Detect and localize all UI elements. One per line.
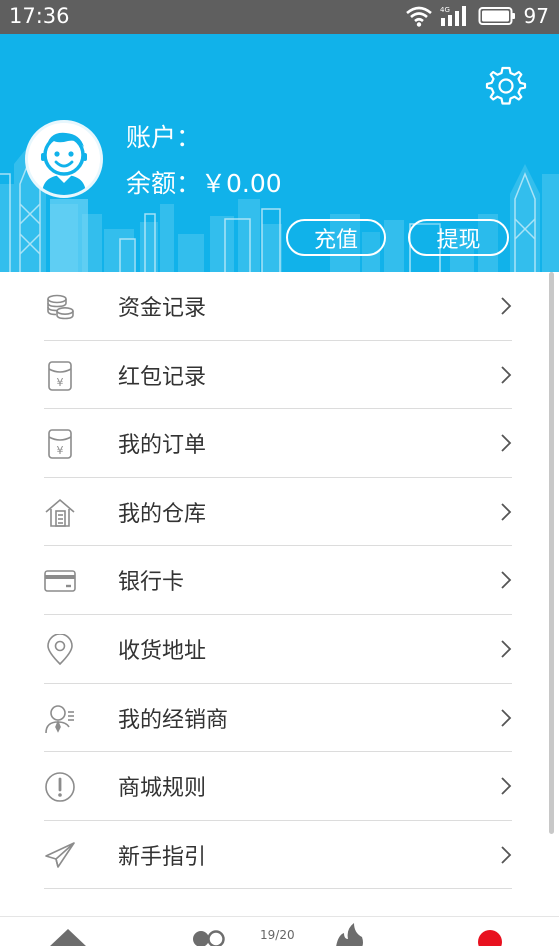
account-menu: 资金记录 ¥ 红包记录 ¥ 我的订单 我的仓库 银行卡 收货地址 我的经销商 商… <box>0 272 559 890</box>
menu-item-label: 收货地址 <box>118 638 207 664</box>
page-counter: 19/20 <box>260 928 295 942</box>
bottom-nav: 19/20 <box>0 916 559 946</box>
account-label: 账户： <box>126 123 202 152</box>
menu-item-beginner-guide[interactable]: 新手指引 <box>0 821 559 890</box>
status-bar: 17:36 4G 97 <box>0 0 559 34</box>
warehouse-icon <box>45 498 75 527</box>
divider <box>44 888 512 890</box>
menu-item-label: 我的经销商 <box>118 707 229 733</box>
menu-item-bank-card[interactable]: 银行卡 <box>0 546 559 615</box>
battery-icon <box>478 7 515 25</box>
menu-item-my-orders[interactable]: ¥ 我的订单 <box>0 409 559 478</box>
menu-item-shipping-address[interactable]: 收货地址 <box>0 615 559 684</box>
menu-item-label: 我的仓库 <box>118 501 207 527</box>
menu-item-my-warehouse[interactable]: 我的仓库 <box>0 478 559 547</box>
chevron-right-icon <box>501 777 512 795</box>
menu-item-fund-records[interactable]: 资金记录 <box>0 272 559 341</box>
battery-level: 97 <box>523 4 549 28</box>
avatar[interactable] <box>25 120 103 198</box>
red-envelope-icon: ¥ <box>48 360 72 391</box>
menu-item-label: 银行卡 <box>118 570 185 596</box>
chevron-right-icon <box>501 846 512 864</box>
status-time: 17:36 <box>9 4 70 28</box>
settings-gear-icon[interactable] <box>485 65 527 107</box>
chevron-right-icon <box>501 640 512 658</box>
avatar-face-icon <box>28 123 100 195</box>
signal-icon: 4G <box>440 6 466 26</box>
balance-row: 余额： ￥0.00 <box>126 164 282 200</box>
home-icon[interactable] <box>49 927 87 946</box>
menu-item-label: 商城规则 <box>118 776 207 802</box>
svg-text:¥: ¥ <box>57 376 64 389</box>
scrollbar[interactable] <box>549 272 554 834</box>
withdraw-button[interactable]: 提现 <box>408 219 509 256</box>
menu-item-label: 新手指引 <box>118 844 207 870</box>
chevron-right-icon <box>501 571 512 590</box>
location-icon <box>47 633 73 666</box>
menu-item-mall-rules[interactable]: 商城规则 <box>0 752 559 821</box>
community-icon[interactable] <box>192 929 226 946</box>
network-type: 4G <box>440 6 450 14</box>
menu-item-label: 我的订单 <box>118 433 207 459</box>
menu-item-red-envelope-records[interactable]: ¥ 红包记录 <box>0 341 559 410</box>
balance-label: 余额： <box>126 169 202 198</box>
rules-icon <box>45 772 75 802</box>
order-icon: ¥ <box>48 429 72 459</box>
coins-icon <box>47 294 74 320</box>
chevron-right-icon <box>501 708 512 727</box>
menu-item-my-distributor[interactable]: 我的经销商 <box>0 684 559 753</box>
menu-item-label: 资金记录 <box>118 296 207 321</box>
profile-tab-icon[interactable] <box>477 929 503 946</box>
wifi-icon <box>405 6 432 27</box>
bank-card-icon <box>44 570 76 593</box>
account-header: 账户： 余额： ￥0.00 充值 提现 <box>0 34 559 272</box>
recharge-button[interactable]: 充值 <box>286 219 386 256</box>
menu-item-label: 红包记录 <box>118 364 207 390</box>
chevron-right-icon <box>501 503 512 521</box>
status-indicators: 4G 97 <box>405 4 549 28</box>
svg-text:¥: ¥ <box>57 444 64 457</box>
balance-value: ￥0.00 <box>201 169 282 198</box>
chevron-right-icon <box>501 297 512 315</box>
flame-icon[interactable] <box>334 923 364 946</box>
distributor-icon <box>45 704 74 733</box>
chevron-right-icon <box>501 365 512 384</box>
chevron-right-icon <box>501 434 512 452</box>
paper-plane-icon <box>45 841 75 868</box>
